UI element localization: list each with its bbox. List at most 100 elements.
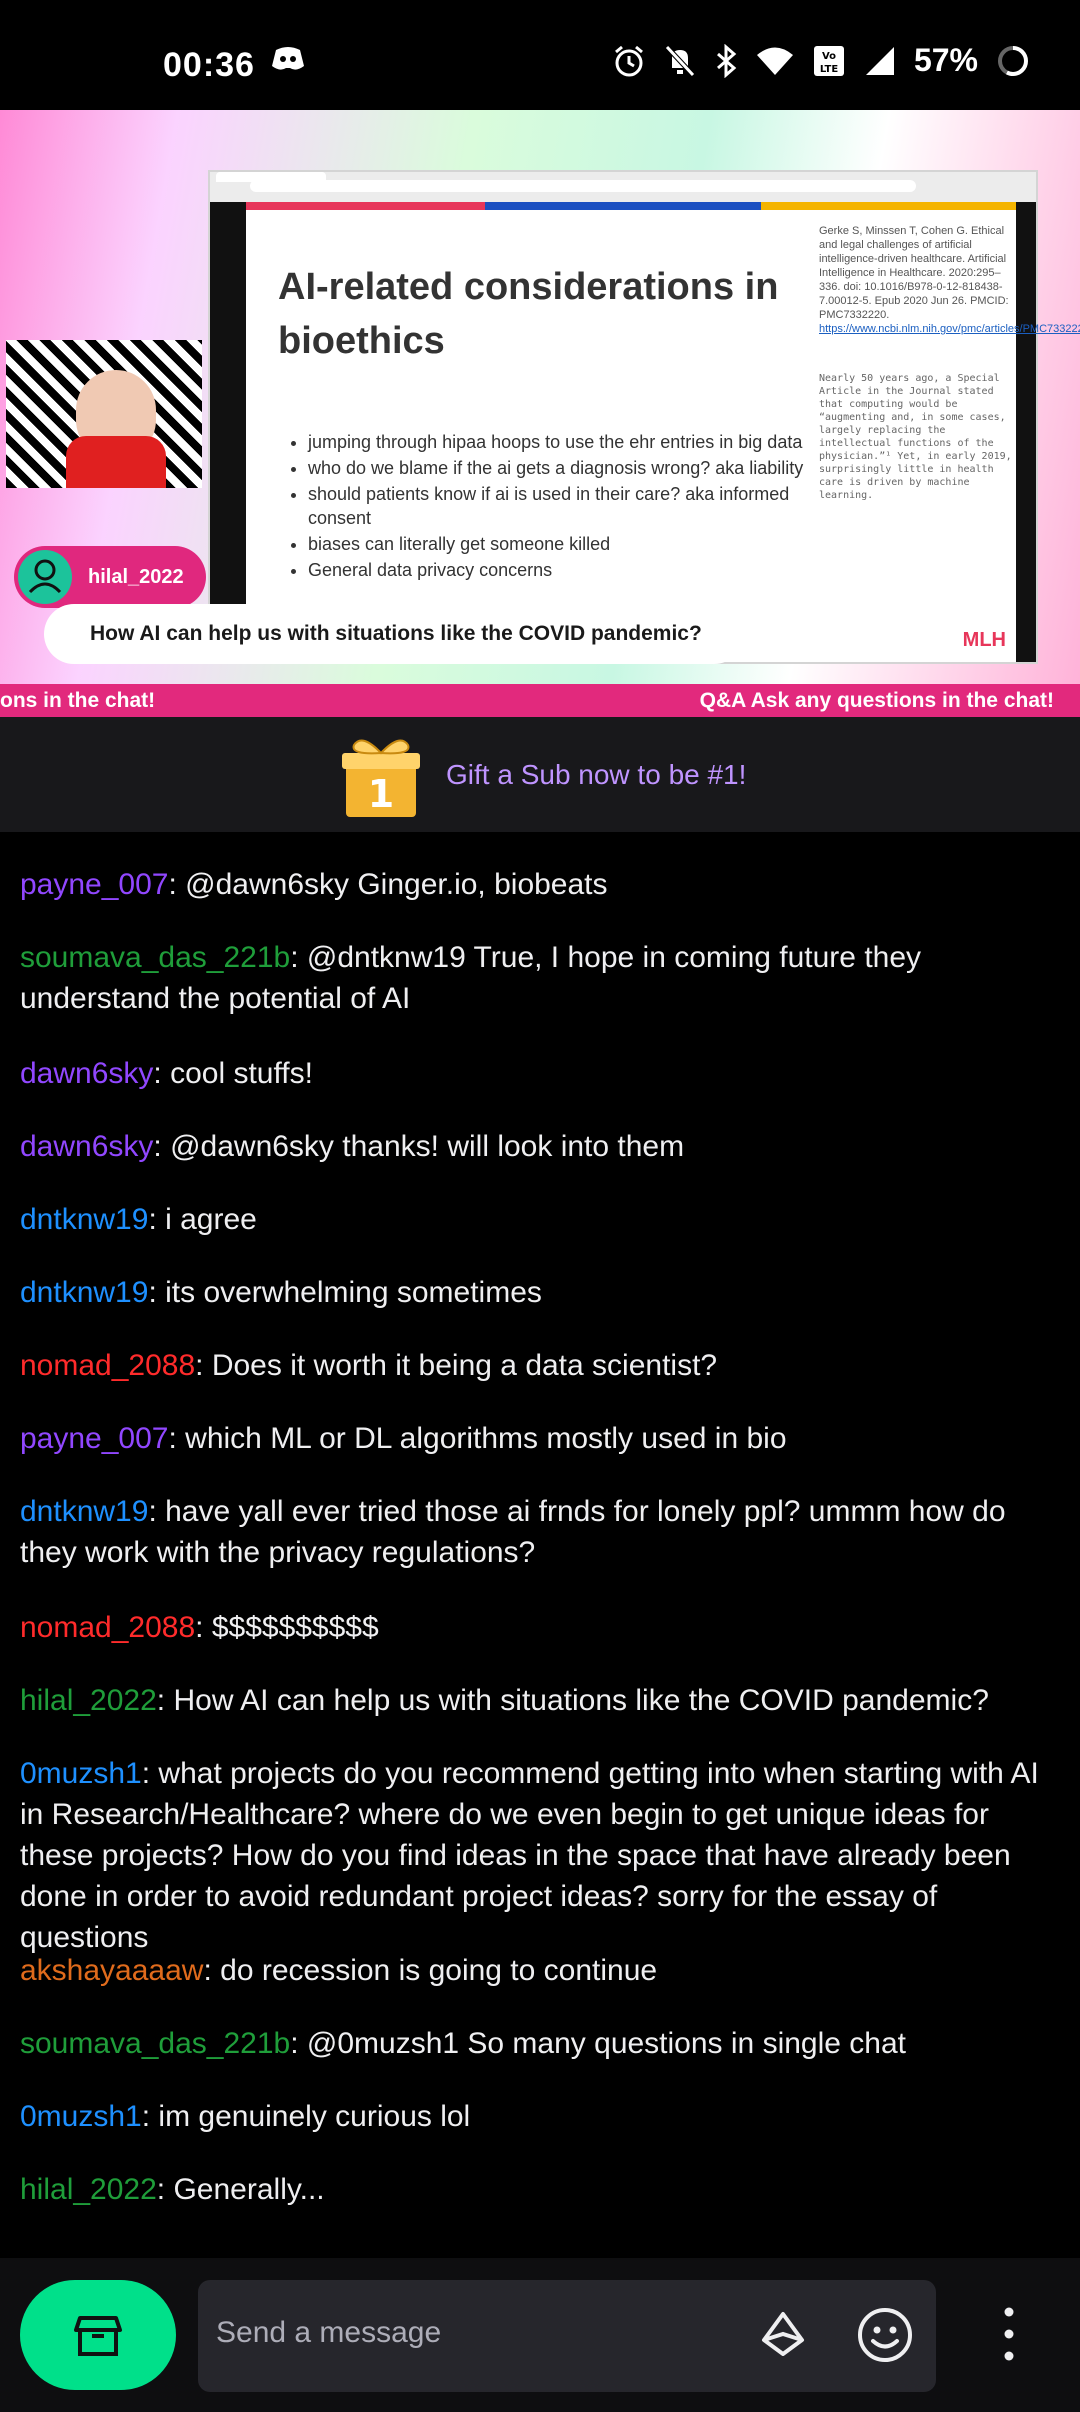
- status-time: 00:36: [163, 46, 255, 84]
- chat-username[interactable]: dntknw19: [20, 1495, 148, 1528]
- chat-message: soumava_das_221b: @dntknw19 True, I hope…: [20, 937, 1060, 1019]
- webcam-overlay: [6, 340, 202, 488]
- slide-title: AI-related considerations in bioethics: [278, 266, 779, 362]
- chat-message: 0muzsh1: im genuinely curious lol: [20, 2096, 1060, 2137]
- ticker-banner: ons in the chat! Q&A Ask any questions i…: [0, 684, 1080, 717]
- question-user-pill: hilal_2022: [14, 546, 206, 608]
- ticker-right-text: Q&A Ask any questions in the chat!: [699, 689, 1054, 712]
- mute-icon: [665, 44, 695, 77]
- svg-text:1: 1: [368, 772, 394, 816]
- svg-text:LTE: LTE: [820, 64, 839, 75]
- notification-icons: [270, 44, 306, 74]
- question-text: How AI can help us with situations like …: [90, 622, 702, 645]
- reference-link: https://www.ncbi.nlm.nih.gov/pmc/article…: [819, 323, 1080, 335]
- chat-message: dntknw19: have yall ever tried those ai …: [20, 1491, 1060, 1573]
- ticker-left-text: ons in the chat!: [0, 689, 156, 712]
- discord-icon: [272, 47, 304, 70]
- chat-username[interactable]: payne_007: [20, 868, 168, 901]
- chat-text: : cool stuffs!: [153, 1057, 313, 1090]
- chat-username[interactable]: soumava_das_221b: [20, 2027, 290, 2060]
- chat-username[interactable]: nomad_2088: [20, 1611, 195, 1644]
- chat-text: : its overwhelming sometimes: [148, 1276, 542, 1309]
- wifi-icon: [756, 47, 793, 75]
- slide-bullet: General data privacy concerns: [308, 558, 808, 582]
- chat-text: : @dawn6sky Ginger.io, biobeats: [168, 868, 608, 901]
- gift-sub-text[interactable]: Gift a Sub now to be #1!: [446, 759, 746, 791]
- chat-username[interactable]: dntknw19: [20, 1276, 148, 1309]
- slide-quote: Nearly 50 years ago, a Special Article i…: [819, 373, 1012, 501]
- chat-username[interactable]: nomad_2088: [20, 1349, 195, 1382]
- volte-icon: Vo LTE: [813, 45, 844, 76]
- chat-message: hilal_2022: How AI can help us with situ…: [20, 1680, 1060, 1721]
- chat-text: : what projects do you recommend getting…: [20, 1757, 1039, 1954]
- slide-bullet: jumping through hipaa hoops to use the e…: [308, 430, 808, 454]
- question-banner: How AI can help us with situations like …: [44, 604, 744, 664]
- presentation-window: AI-related considerations in bioethics j…: [208, 170, 1080, 664]
- chat-text: : do recession is going to continue: [203, 1954, 658, 1987]
- chat-username[interactable]: hilal_2022: [20, 2173, 157, 2206]
- chat-message: dntknw19: its overwhelming sometimes: [20, 1272, 1060, 1313]
- chat-username[interactable]: dntknw19: [20, 1203, 148, 1236]
- chat-username[interactable]: akshayaaaaw: [20, 1954, 203, 1987]
- store-button[interactable]: [20, 2280, 176, 2390]
- chat-message: hilal_2022: Generally...: [20, 2169, 1060, 2210]
- chat-message: dawn6sky: cool stuffs!: [20, 1053, 1060, 1094]
- chat-text: : @dawn6sky thanks! will look into them: [153, 1130, 685, 1163]
- chat-message: nomad_2088: $$$$$$$$$$: [20, 1607, 1060, 1648]
- chat-username[interactable]: dawn6sky: [20, 1057, 153, 1090]
- bits-icon[interactable]: [758, 2310, 808, 2360]
- chat-message: dawn6sky: @dawn6sky thanks! will look in…: [20, 1126, 1060, 1167]
- chat-message: akshayaaaaw: do recession is going to co…: [20, 1950, 1060, 1991]
- chat-text: : How AI can help us with situations lik…: [156, 1684, 989, 1717]
- gift-sub-banner[interactable]: 1 Gift a Sub now to be #1!: [0, 717, 1080, 832]
- question-username: hilal_2022: [88, 566, 184, 588]
- signal-icon: [865, 46, 894, 75]
- avatar: [18, 550, 72, 604]
- chat-text: : have yall ever tried those ai frnds fo…: [20, 1495, 1006, 1569]
- system-icons: Vo LTE 57%: [612, 42, 1030, 79]
- store-icon: [74, 2316, 122, 2356]
- chat-text: : Does it worth it being a data scientis…: [195, 1349, 718, 1382]
- slide-reference: Gerke S, Minssen T, Cohen G. Ethical and…: [819, 224, 1080, 336]
- chat-username[interactable]: 0muzsh1: [20, 2100, 142, 2133]
- svg-text:Vo: Vo: [822, 51, 836, 62]
- message-input[interactable]: Send a message: [198, 2280, 936, 2392]
- chat-text: : which ML or DL algorithms mostly used …: [168, 1422, 787, 1455]
- alarm-icon: [614, 45, 643, 76]
- browser-toolbar: [210, 172, 1036, 203]
- chat-username[interactable]: dawn6sky: [20, 1130, 153, 1163]
- chat-text: : $$$$$$$$$$: [195, 1611, 379, 1644]
- chat-list[interactable]: payne_007: @dawn6sky Ginger.io, biobeats…: [0, 834, 1080, 2259]
- chat-username[interactable]: 0muzsh1: [20, 1757, 142, 1790]
- gift-icon: 1: [342, 739, 420, 817]
- chat-message: payne_007: @dawn6sky Ginger.io, biobeats: [20, 864, 1060, 905]
- chat-message: nomad_2088: Does it worth it being a dat…: [20, 1345, 1060, 1386]
- mlh-logo: MLH: [962, 629, 1006, 651]
- chat-username[interactable]: hilal_2022: [20, 1684, 157, 1717]
- chat-message: soumava_das_221b: @0muzsh1 So many quest…: [20, 2023, 1060, 2064]
- chat-text: : @0muzsh1 So many questions in single c…: [290, 2027, 906, 2060]
- chat-text: : Generally...: [156, 2173, 325, 2206]
- battery-icon: [998, 45, 1028, 76]
- slide-bullet: should patients know if ai is used in th…: [308, 482, 808, 530]
- bluetooth-icon: [716, 43, 737, 78]
- chat-input-bar: Send a message: [0, 2258, 1080, 2412]
- chat-username[interactable]: payne_007: [20, 1422, 168, 1455]
- chat-message: payne_007: which ML or DL algorithms mos…: [20, 1418, 1060, 1459]
- emote-icon[interactable]: [856, 2306, 914, 2364]
- slide-content: AI-related considerations in bioethics j…: [246, 210, 1080, 662]
- slide-bullets: jumping through hipaa hoops to use the e…: [278, 430, 808, 584]
- stream-video[interactable]: AI-related considerations in bioethics j…: [0, 110, 1080, 717]
- battery-percent: 57%: [913, 42, 978, 78]
- chat-username[interactable]: soumava_das_221b: [20, 941, 290, 974]
- slide-bullet: biases can literally get someone killed: [308, 532, 808, 556]
- more-options-icon[interactable]: [994, 2304, 1024, 2364]
- user-icon: [28, 559, 62, 594]
- status-bar: 00:36 Vo LTE 57%: [0, 0, 1080, 110]
- chat-text: : im genuinely curious lol: [141, 2100, 471, 2133]
- chat-message: 0muzsh1: what projects do you recommend …: [20, 1753, 1060, 1958]
- message-placeholder: Send a message: [216, 2316, 442, 2349]
- slide-bullet: who do we blame if the ai gets a diagnos…: [308, 456, 808, 480]
- slide-color-stripes: [210, 202, 1036, 210]
- chat-message: dntknw19: i agree: [20, 1199, 1060, 1240]
